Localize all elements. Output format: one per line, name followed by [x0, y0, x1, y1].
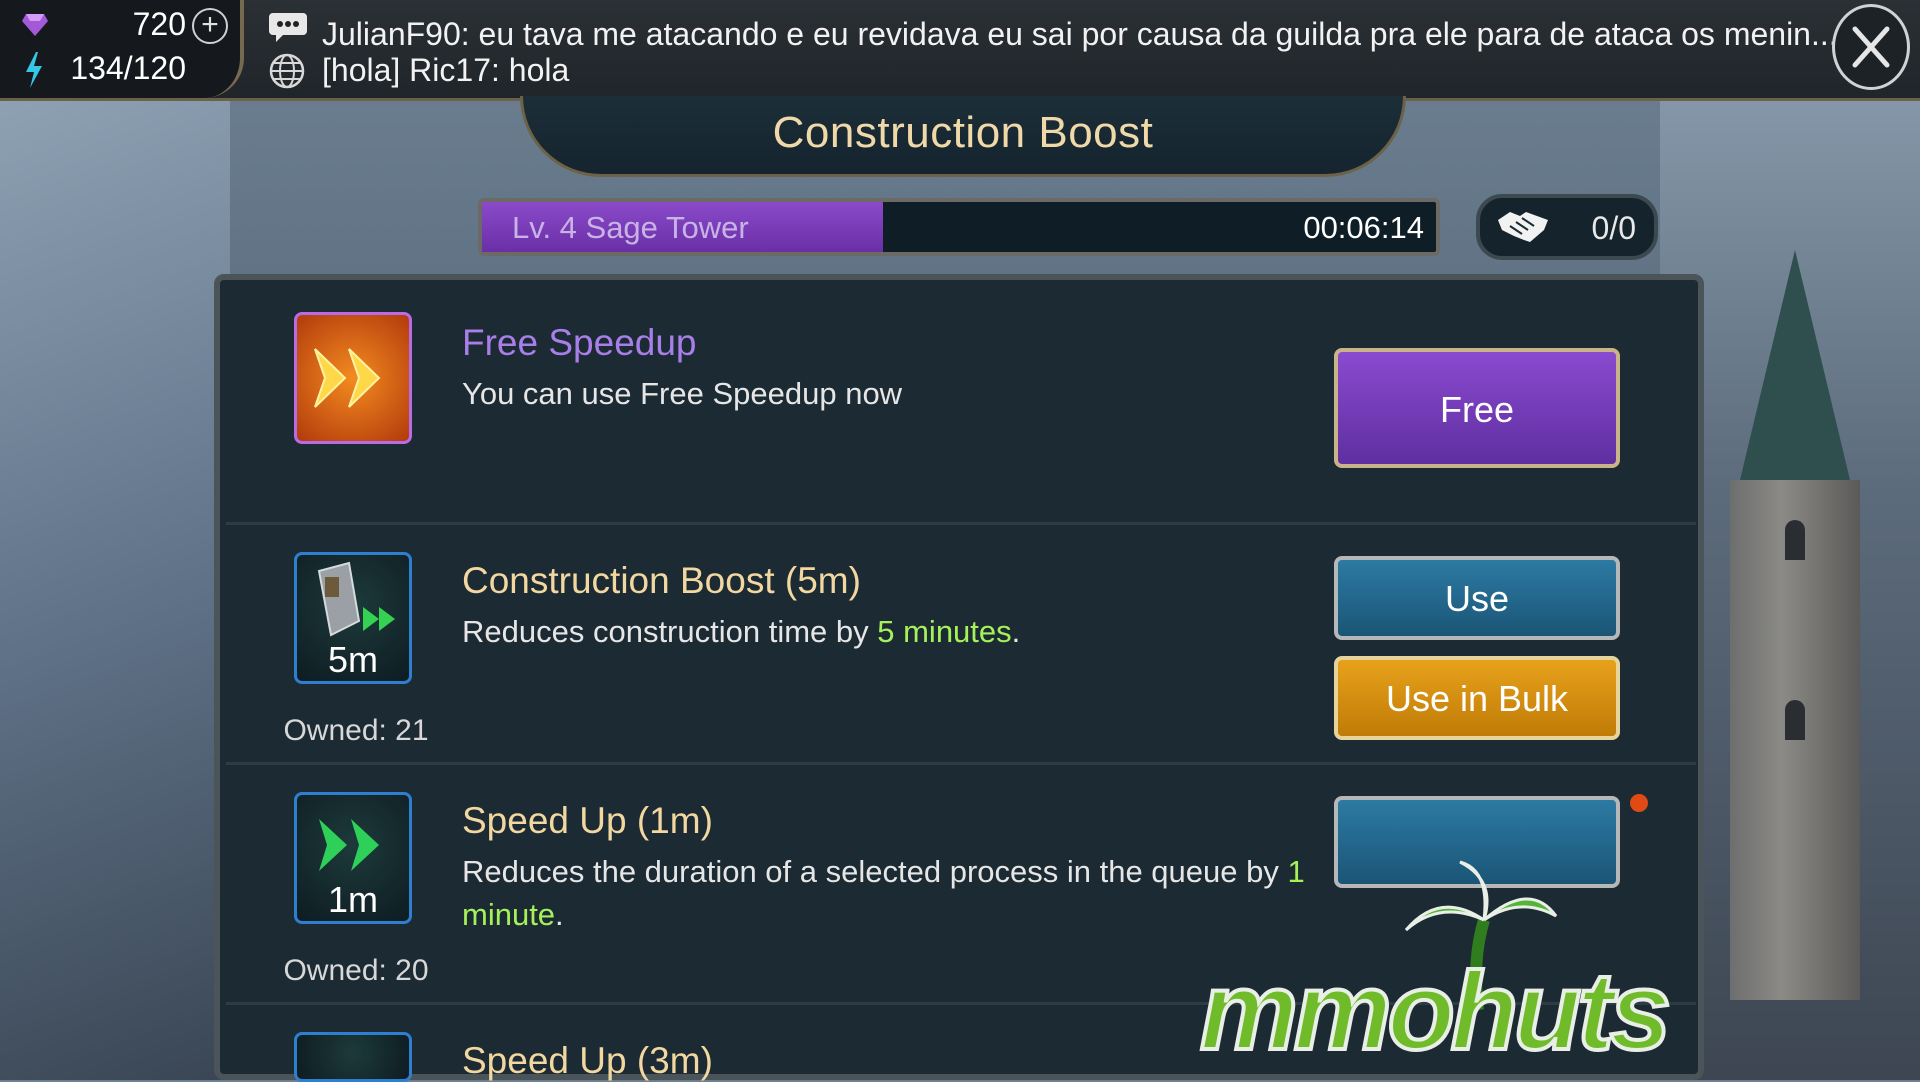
chat-message: [hola] Ric17: hola: [322, 52, 570, 88]
tower-window: [1785, 700, 1805, 740]
description-highlight: 5 minutes: [877, 614, 1012, 649]
notification-dot: [1630, 794, 1648, 812]
double-arrow-icon: [314, 348, 381, 408]
lightning-icon: [26, 52, 42, 88]
item-description: Reduces the duration of a selected proce…: [462, 850, 1322, 936]
construction-boost-icon: 5m: [294, 552, 412, 684]
globe-icon: [269, 53, 305, 89]
add-gems-button[interactable]: +: [192, 8, 228, 44]
castle-spire: [1740, 250, 1850, 480]
free-button[interactable]: Free: [1334, 348, 1620, 468]
watermark-logo: mmohuts: [1198, 860, 1900, 1075]
resource-panel: 720 + 134/120: [0, 0, 244, 98]
handshake-icon: [1498, 212, 1548, 242]
background-scenery-left: [0, 100, 230, 1080]
dialog-title: Construction Boost: [772, 108, 1154, 157]
icon-duration-label: 5m: [327, 639, 378, 680]
list-item: Free Speedup You can use Free Speedup no…: [226, 280, 1696, 525]
list-item: 5m Owned: 21 Construction Boost (5m) Red…: [226, 522, 1696, 765]
watermark-text: mmohuts: [1198, 948, 1673, 1075]
close-icon: [1852, 26, 1890, 68]
description-text: .: [555, 897, 564, 932]
tower-window: [1785, 520, 1805, 560]
item-title: Speed Up (3m): [462, 1040, 713, 1081]
top-bar: 720 + 134/120 JulianF90: eu tava me atac…: [0, 0, 1920, 101]
chat-bubble-icon: [269, 13, 307, 42]
progress-label: Lv. 4 Sage Tower: [512, 210, 749, 245]
chat-message: JulianF90: eu tava me atacando e eu revi…: [322, 16, 1838, 52]
speed-up-icon: 1m: [294, 792, 412, 924]
item-description: Reduces construction time by 5 minutes.: [462, 610, 1322, 653]
gem-icon: [22, 14, 48, 36]
description-text: .: [1011, 614, 1021, 649]
item-title: Construction Boost (5m): [462, 560, 861, 601]
gem-count: 720: [132, 6, 186, 42]
progress-timer: 00:06:14: [1303, 210, 1424, 245]
owned-count: Owned: 20: [283, 954, 429, 987]
speed-up-icon: [294, 1032, 412, 1082]
chat-preview[interactable]: JulianF90: eu tava me atacando e eu revi…: [260, 0, 1838, 98]
title-banner: Construction Boost: [520, 96, 1406, 177]
item-title: Free Speedup: [462, 322, 697, 363]
energy-count: 134/120: [70, 50, 186, 86]
icon-duration-label: 1m: [327, 879, 378, 920]
close-button[interactable]: [1832, 4, 1910, 90]
help-count: 0/0: [1591, 210, 1636, 246]
description-text: Reduces construction time by: [462, 614, 878, 649]
use-button[interactable]: Use: [1334, 556, 1620, 640]
alliance-help-counter[interactable]: 0/0: [1476, 194, 1658, 260]
owned-count: Owned: 21: [283, 714, 429, 747]
use-in-bulk-button[interactable]: Use in Bulk: [1334, 656, 1620, 740]
item-description: You can use Free Speedup now: [462, 376, 903, 411]
free-speedup-icon: [294, 312, 412, 444]
construction-progress-bar: Lv. 4 Sage Tower 00:06:14: [478, 198, 1440, 256]
description-text: Reduces the duration of a selected proce…: [462, 854, 1288, 889]
item-title: Speed Up (1m): [462, 800, 713, 841]
